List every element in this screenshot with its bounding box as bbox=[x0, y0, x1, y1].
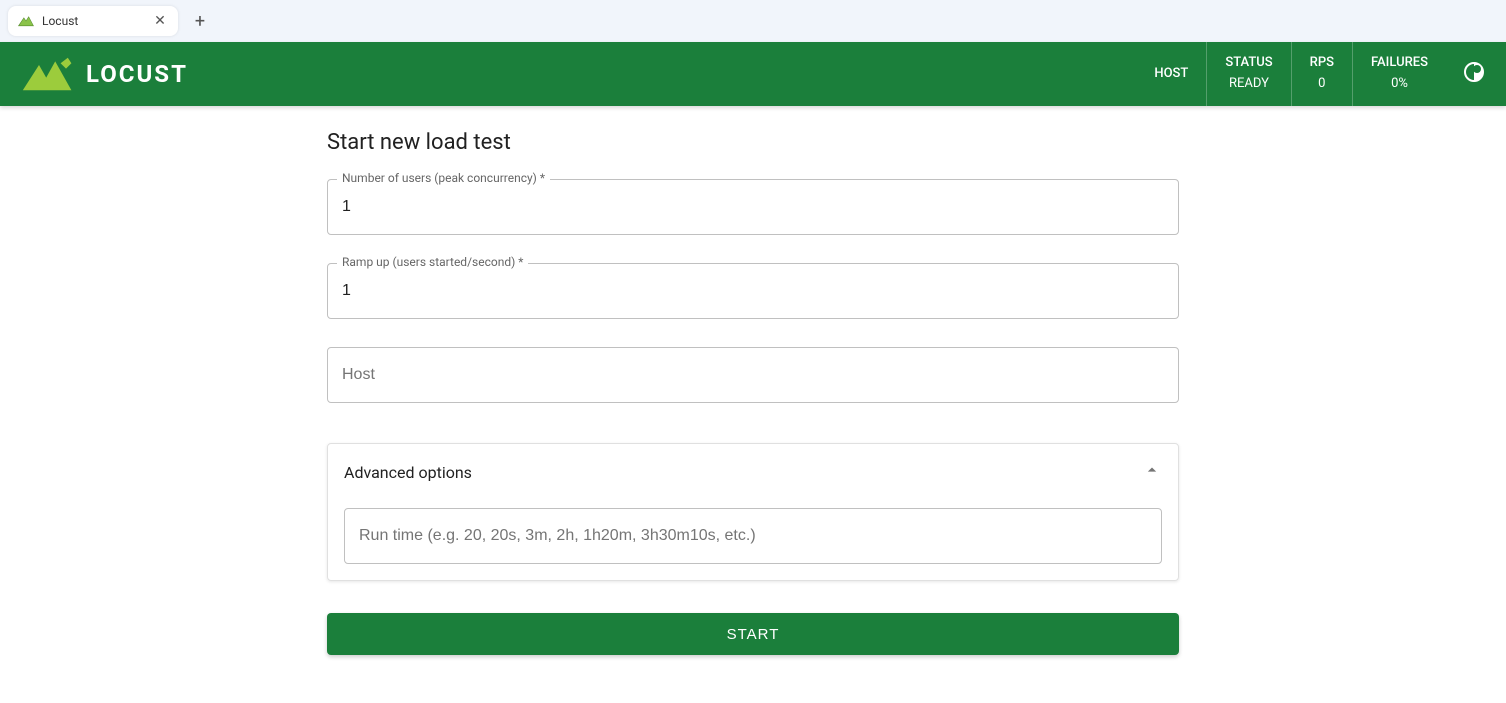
logo-text: LOCUST bbox=[86, 60, 188, 88]
host-field-wrapper bbox=[327, 347, 1179, 403]
new-tab-button[interactable]: + bbox=[186, 7, 214, 35]
users-field-wrapper: Number of users (peak concurrency) * bbox=[327, 179, 1179, 235]
dark-mode-icon bbox=[1462, 60, 1486, 88]
browser-tab[interactable]: Locust ✕ bbox=[8, 6, 178, 36]
advanced-options-body bbox=[328, 500, 1178, 580]
stat-rps-label: RPS bbox=[1310, 53, 1334, 74]
advanced-options-label: Advanced options bbox=[344, 463, 472, 482]
stat-failures-value: 0% bbox=[1391, 74, 1408, 95]
locust-favicon bbox=[18, 13, 34, 29]
logo: LOCUST bbox=[20, 56, 188, 92]
start-button[interactable]: START bbox=[327, 613, 1179, 655]
rampup-input[interactable] bbox=[327, 263, 1179, 319]
stat-status-label: STATUS bbox=[1225, 53, 1272, 74]
stat-host-label: HOST bbox=[1154, 64, 1188, 85]
users-label: Number of users (peak concurrency) * bbox=[337, 171, 550, 185]
users-input[interactable] bbox=[327, 179, 1179, 235]
tab-title: Locust bbox=[42, 14, 144, 28]
host-input[interactable] bbox=[327, 347, 1179, 403]
locust-logo-icon bbox=[20, 56, 76, 92]
chevron-up-icon bbox=[1142, 460, 1162, 484]
page-title: Start new load test bbox=[327, 130, 1179, 155]
stat-rps-value: 0 bbox=[1318, 74, 1325, 95]
header-stats: HOST STATUS READY RPS 0 FAILURES 0% bbox=[1136, 42, 1446, 106]
close-icon[interactable]: ✕ bbox=[152, 13, 168, 29]
main-content: Start new load test Number of users (pea… bbox=[327, 106, 1179, 695]
theme-toggle-button[interactable] bbox=[1462, 60, 1486, 88]
browser-tab-bar: Locust ✕ + bbox=[0, 0, 1506, 42]
runtime-field-wrapper bbox=[344, 508, 1162, 564]
stat-host: HOST bbox=[1136, 42, 1206, 106]
stat-status-value: READY bbox=[1229, 74, 1269, 95]
runtime-input[interactable] bbox=[344, 508, 1162, 564]
advanced-options-header[interactable]: Advanced options bbox=[328, 444, 1178, 500]
stat-status: STATUS READY bbox=[1206, 42, 1290, 106]
rampup-label: Ramp up (users started/second) * bbox=[337, 255, 528, 269]
advanced-options-accordion: Advanced options bbox=[327, 443, 1179, 581]
stat-failures: FAILURES 0% bbox=[1352, 42, 1446, 106]
rampup-field-wrapper: Ramp up (users started/second) * bbox=[327, 263, 1179, 319]
app-header: LOCUST HOST STATUS READY RPS 0 FAILURES … bbox=[0, 42, 1506, 106]
stat-failures-label: FAILURES bbox=[1371, 53, 1428, 74]
stat-rps: RPS 0 bbox=[1291, 42, 1352, 106]
